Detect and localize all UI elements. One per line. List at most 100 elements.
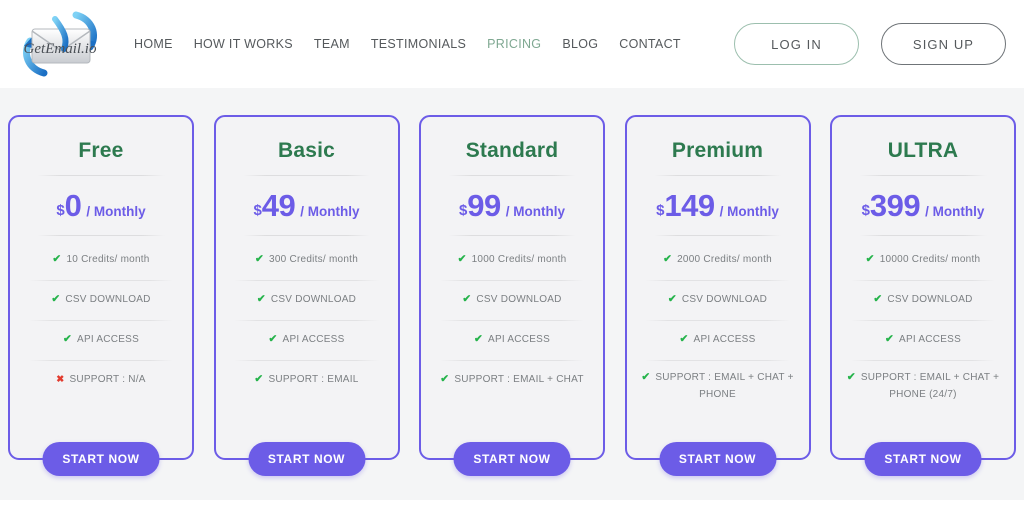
brand-logo[interactable]: GetEmail.io — [14, 9, 106, 79]
start-now-button[interactable]: START NOW — [453, 442, 571, 476]
feature-text-wrapper: ✔ API ACCESS — [268, 331, 344, 349]
feature-item: ✔ CSV DOWNLOAD — [636, 280, 800, 320]
feature-item: ✔ 300 Credits/ month — [225, 240, 389, 280]
sign-up-button[interactable]: SIGN UP — [881, 23, 1006, 65]
pricing-card: Free $0 / Monthly ✔ 10 Credits/ month ✔ CSV DO… — [8, 115, 194, 476]
feature-list: ✔ 300 Credits/ month ✔ CSV DOWNLOAD ✔ API ACC… — [225, 240, 389, 458]
feature-label: 2000 Credits/ month — [677, 254, 772, 266]
price-amount: 149 — [664, 188, 715, 223]
pricing-card: Basic $49 / Monthly ✔ 300 Credits/ month ✔ CSV… — [213, 115, 400, 476]
check-icon: ✔ — [457, 253, 467, 266]
plan-name: Premium — [671, 139, 764, 162]
price-period: / Monthly — [719, 204, 779, 219]
feature-text-wrapper: ✔ CSV DOWNLOAD — [668, 291, 767, 309]
pricing-card: ULTRA $399/ Monthly ✔ 10000 Credits/ month ✔… — [830, 115, 1016, 476]
feature-label: SUPPORT : EMAIL + CHAT + PHONE (24/7) — [860, 372, 1000, 400]
feature-item: ✔ CSV DOWNLOAD — [841, 280, 1005, 320]
start-now-button[interactable]: START NOW — [864, 442, 982, 476]
feature-label: CSV DOWNLOAD — [681, 294, 768, 306]
feature-text-wrapper: ✔ CSV DOWNLOAD — [462, 291, 561, 309]
feature-label: 300 Credits/ month — [269, 254, 359, 266]
price-period: / Monthly — [86, 204, 146, 219]
nav-link-pricing[interactable]: PRICING — [487, 37, 541, 51]
price-amount: 49 — [261, 188, 296, 223]
feature-label: SUPPORT : EMAIL + CHAT + PHONE — [655, 372, 794, 400]
feature-label: CSV DOWNLOAD — [270, 294, 357, 306]
logo-wordmark: GetEmail.io — [24, 41, 97, 57]
feature-label: API ACCESS — [282, 334, 345, 346]
feature-label: SUPPORT : N/A — [69, 373, 146, 385]
divider — [37, 235, 165, 236]
feature-item: ✔ CSV DOWNLOAD — [19, 280, 183, 320]
feature-item: ✔ SUPPORT : EMAIL + CHAT + PHONE (24/7) — [841, 360, 1005, 412]
log-in-button[interactable]: LOG IN — [734, 23, 859, 65]
cross-icon: ✖ — [56, 373, 65, 385]
price-amount: 99 — [467, 188, 501, 223]
nav-link-how-it-works[interactable]: HOW IT WORKS — [194, 37, 293, 51]
feature-text-wrapper: ✔ SUPPORT : EMAIL + CHAT + PHONE — [640, 369, 796, 403]
check-icon: ✔ — [667, 293, 677, 306]
check-icon: ✔ — [462, 293, 472, 306]
check-icon: ✔ — [254, 373, 264, 386]
check-icon: ✔ — [440, 373, 450, 386]
check-icon: ✔ — [473, 333, 484, 346]
plan-price: $399 / Monthly — [862, 190, 985, 221]
feature-text-wrapper: ✔ API ACCESS — [885, 331, 961, 349]
feature-item: ✔ API ACCESS — [636, 320, 800, 360]
divider — [448, 175, 576, 176]
feature-text-wrapper: ✖ SUPPORT : N/A — [56, 372, 145, 389]
check-icon: ✔ — [62, 333, 73, 346]
feature-item: ✔ API ACCESS — [225, 320, 389, 360]
feature-label: API ACCESS — [899, 334, 962, 346]
plan-price: $49 / Monthly — [253, 190, 359, 221]
plan-price: $99 / Monthly — [459, 190, 565, 221]
envelope-arrows-logo-icon: GetEmail.io — [23, 11, 97, 77]
feature-text-wrapper: ✔ 10 Credits/ month — [52, 251, 149, 269]
start-now-button[interactable]: START NOW — [659, 442, 776, 476]
price-amount: 399 — [869, 188, 921, 223]
check-icon: ✔ — [51, 293, 61, 306]
nav-link-home[interactable]: HOME — [134, 37, 173, 51]
check-icon: ✔ — [268, 333, 278, 346]
feature-text-wrapper: ✔ 1000 Credits/ month — [458, 251, 567, 269]
page-bottom-strip — [0, 500, 1024, 512]
feature-item: ✔ API ACCESS — [430, 320, 594, 360]
check-icon: ✔ — [256, 293, 266, 306]
plan-name: Standard — [465, 139, 559, 162]
feature-text-wrapper: ✔ API ACCESS — [474, 331, 550, 349]
divider — [448, 235, 576, 236]
price-period: / Monthly — [300, 204, 360, 219]
feature-text-wrapper: ✔ 300 Credits/ month — [255, 251, 358, 269]
feature-label: API ACCESS — [693, 334, 756, 346]
feature-label: CSV DOWNLOAD — [476, 294, 562, 306]
feature-list: ✔ 10000 Credits/ month ✔ CSV DOWNLOAD ✔ API A… — [841, 240, 1005, 458]
plan-name: ULTRA — [887, 139, 959, 162]
feature-text-wrapper: ✔ SUPPORT : EMAIL + CHAT — [440, 371, 583, 389]
nav-actions: LOG IN SIGN UP — [734, 23, 1006, 65]
feature-list: ✔ 1000 Credits/ month ✔ CSV DOWNLOAD ✔ API AC… — [430, 240, 594, 458]
divider — [242, 175, 371, 176]
feature-text-wrapper: ✔ API ACCESS — [679, 331, 755, 349]
nav-link-blog[interactable]: BLOG — [562, 37, 598, 51]
feature-item: ✖ SUPPORT : N/A — [19, 360, 183, 400]
feature-text-wrapper: ✔ 2000 Credits/ month — [663, 251, 772, 269]
feature-text-wrapper: ✔ CSV DOWNLOAD — [873, 291, 972, 309]
currency-symbol: $ — [861, 202, 870, 219]
feature-label: CSV DOWNLOAD — [887, 294, 973, 306]
nav-link-contact[interactable]: CONTACT — [619, 37, 681, 51]
nav-link-testimonials[interactable]: TESTIMONIALS — [371, 37, 466, 51]
feature-item: ✔ SUPPORT : EMAIL + CHAT + PHONE — [636, 360, 800, 412]
check-icon: ✔ — [884, 333, 895, 346]
start-now-button[interactable]: START NOW — [42, 442, 160, 476]
feature-label: API ACCESS — [77, 334, 140, 346]
check-icon: ✔ — [254, 253, 265, 266]
start-now-button[interactable]: START NOW — [248, 442, 365, 476]
feature-text-wrapper: ✔ API ACCESS — [63, 331, 139, 349]
currency-symbol: $ — [458, 202, 468, 219]
currency-symbol: $ — [253, 202, 262, 219]
feature-label: CSV DOWNLOAD — [65, 294, 151, 306]
pricing-cards-section: Free $0 / Monthly ✔ 10 Credits/ month ✔ CSV DO… — [0, 88, 1024, 500]
nav-link-team[interactable]: TEAM — [314, 37, 350, 51]
nav-links: HOME HOW IT WORKS TEAM TESTIMONIALS PRIC… — [124, 37, 734, 51]
check-icon: ✔ — [865, 253, 875, 266]
